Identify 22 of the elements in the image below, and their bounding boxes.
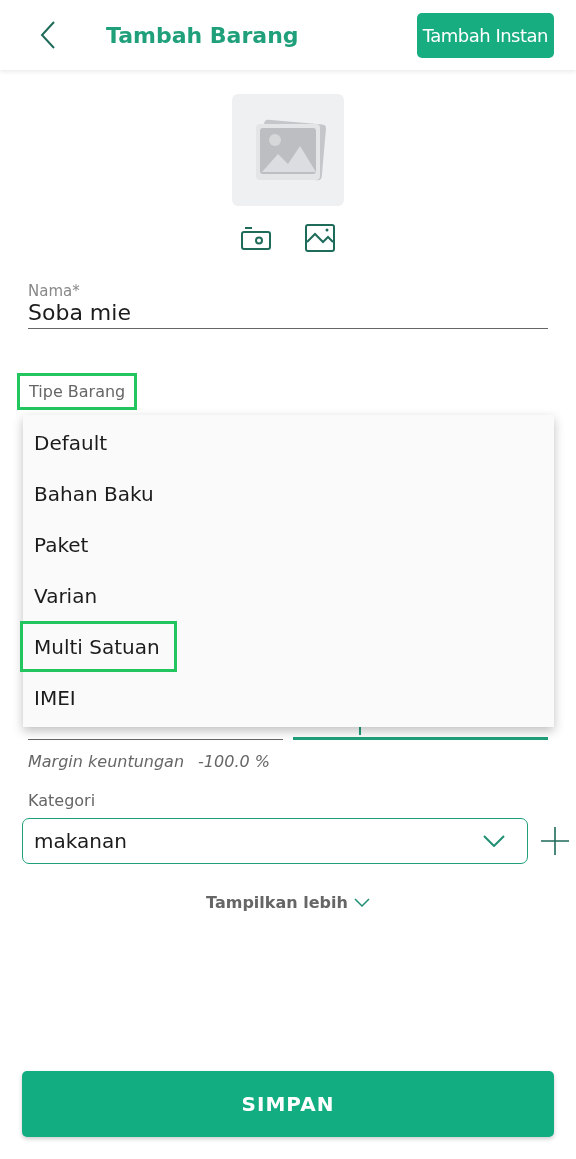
- name-label: Nama*: [28, 282, 81, 300]
- category-label: Kategori: [28, 791, 97, 810]
- show-more-button[interactable]: Tampilkan lebih: [200, 892, 376, 913]
- chevron-down-icon: [353, 898, 370, 907]
- chevron-down-icon: [483, 835, 505, 847]
- margin-value: -100.0 %: [198, 752, 270, 771]
- category-dropdown[interactable]: makanan: [22, 818, 528, 864]
- margin-label: Margin keuntungan: [28, 752, 185, 771]
- menu-item[interactable]: Paket: [20, 519, 106, 570]
- menu-item[interactable]: Varian: [20, 570, 115, 621]
- menu-item[interactable]: IMEI: [20, 672, 93, 723]
- page-title: Tambah Barang: [106, 22, 300, 48]
- menu-item[interactable]: Bahan Baku: [20, 468, 171, 519]
- menu-item[interactable]: Multi Satuan: [20, 621, 177, 672]
- back-icon[interactable]: [38, 19, 58, 51]
- name-value: Soba mie: [28, 300, 132, 325]
- camera-icon[interactable]: [241, 226, 271, 250]
- name-field[interactable]: Nama* Soba mie: [28, 282, 548, 329]
- menu-item[interactable]: Default: [20, 417, 125, 468]
- gallery-icon[interactable]: [305, 224, 335, 252]
- type-label: Tipe Barang: [17, 373, 138, 410]
- plus-icon[interactable]: [540, 826, 570, 856]
